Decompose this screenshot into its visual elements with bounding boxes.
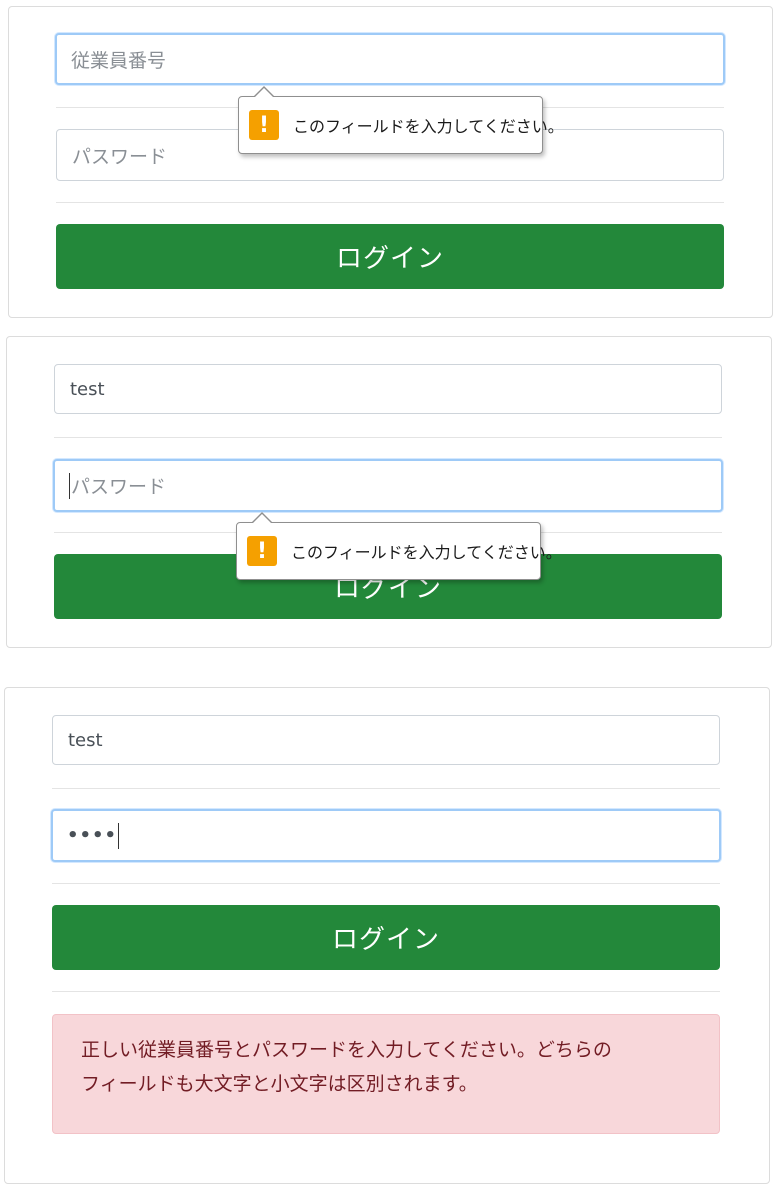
tooltip-text: このフィールドを入力してください。 [293,117,564,136]
login-button[interactable]: ログイン [56,224,724,289]
employee-id-value: test [70,378,105,400]
divider [52,788,720,789]
error-message-line: フィールドも大文字と小文字は区別されます。 [81,1073,478,1095]
divider [54,437,722,438]
login-button-label: ログイン [335,244,444,274]
employee-id-field[interactable]: test [52,715,720,765]
divider [52,991,720,992]
text-caret [69,472,70,499]
login-button[interactable]: ログイン [52,905,720,970]
password-placeholder: パスワード [72,145,168,168]
tooltip-text: このフィールドを入力してください。 [291,543,562,562]
employee-id-field[interactable]: test [54,364,722,414]
employee-id-field[interactable]: 従業員番号 [55,33,725,85]
text-caret [118,822,120,849]
divider [52,883,720,884]
error-message-line: 正しい従業員番号とパスワードを入力してください。どちらの [81,1039,612,1061]
warning-icon: ! [247,536,277,566]
password-masked-value: •••• [67,825,118,846]
warning-icon: ! [249,110,279,140]
password-field[interactable]: パスワード [53,459,723,512]
employee-id-placeholder: 従業員番号 [71,49,167,72]
login-button-label: ログイン [331,925,440,955]
employee-id-value: test [68,729,103,751]
validation-tooltip: ! このフィールドを入力してください。 [238,86,564,154]
password-placeholder: パスワード [71,476,167,498]
login-error-alert: 正しい従業員番号とパスワードを入力してください。どちらの フィールドも大文字と小… [52,1014,720,1134]
validation-tooltip: ! このフィールドを入力してください。 [236,512,562,580]
divider [56,202,724,203]
password-field[interactable]: •••• [51,809,721,862]
